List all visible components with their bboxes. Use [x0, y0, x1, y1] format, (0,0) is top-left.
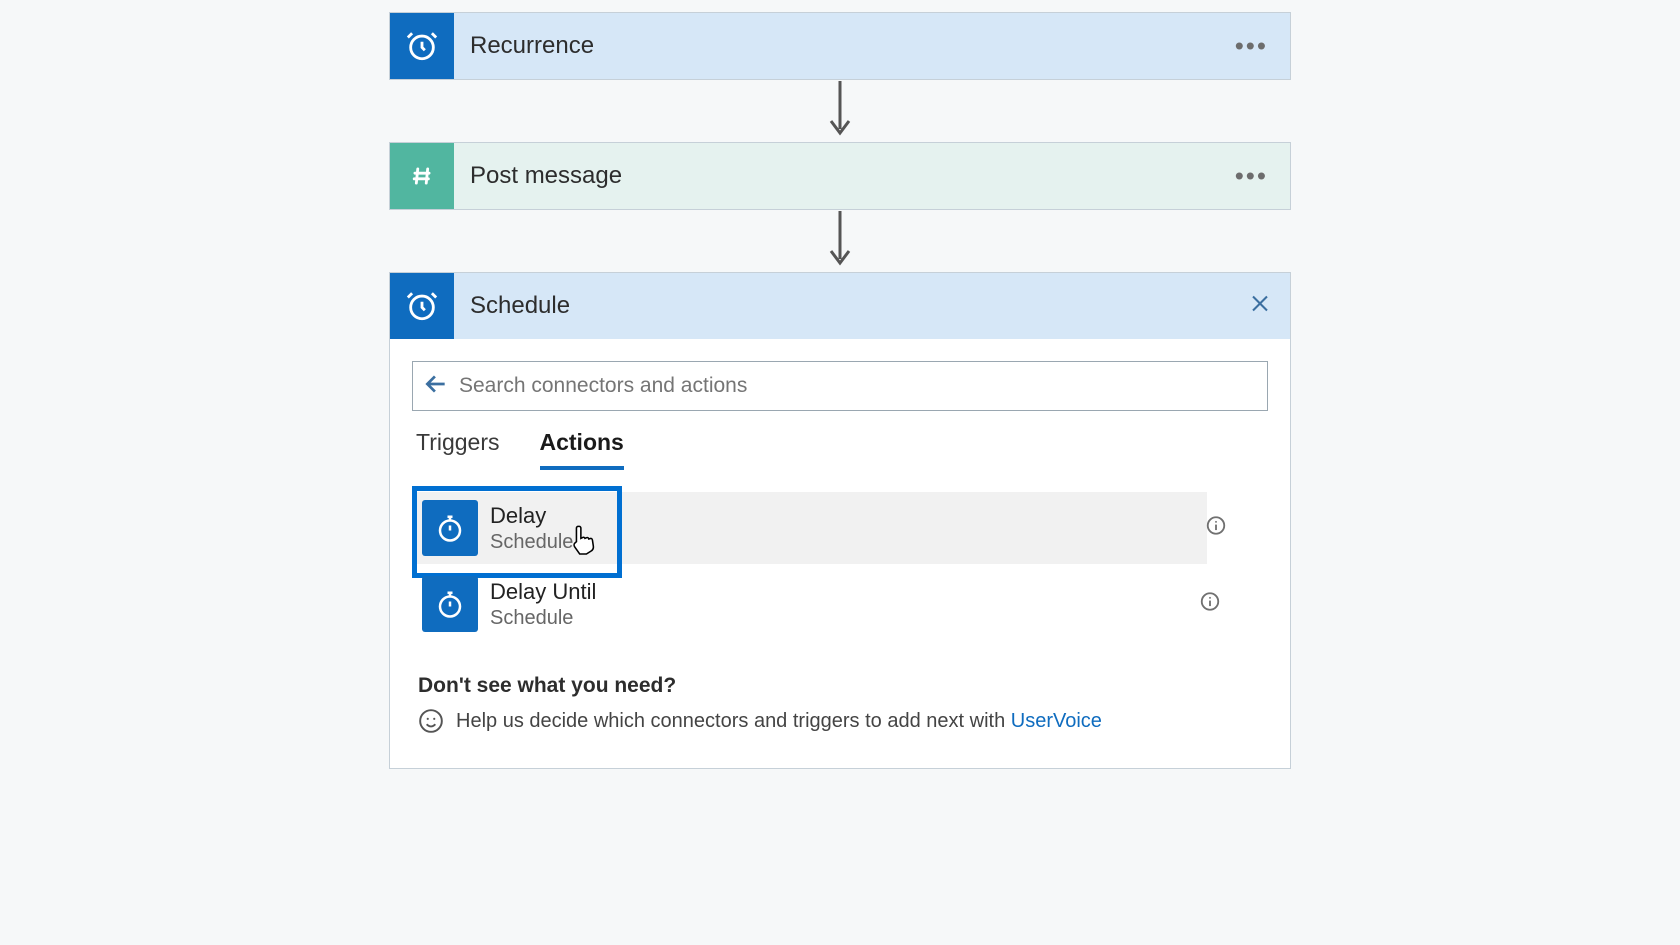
info-icon [1199, 591, 1221, 613]
flow-arrow [820, 80, 860, 142]
action-subtitle: Schedule [490, 531, 573, 554]
action-icon-tile [422, 576, 478, 632]
alarm-clock-icon [405, 289, 439, 323]
step-title: Post message [470, 162, 1290, 190]
footer-help-text: Help us decide which connectors and trig… [456, 710, 1011, 732]
tab-triggers[interactable]: Triggers [416, 429, 500, 470]
action-delay[interactable]: Delay Schedule [412, 492, 1207, 564]
action-icon-tile [422, 500, 478, 556]
info-icon [1205, 515, 1227, 537]
step-title: Recurrence [470, 32, 1290, 60]
back-button[interactable] [423, 371, 449, 402]
tab-actions[interactable]: Actions [540, 429, 624, 470]
more-menu-button[interactable]: ••• [1235, 161, 1268, 192]
more-menu-button[interactable]: ••• [1235, 31, 1268, 62]
footer-text: Help us decide which connectors and trig… [456, 710, 1102, 733]
step-schedule-header[interactable]: Schedule [389, 272, 1291, 339]
action-subtitle: Schedule [490, 607, 596, 630]
search-input[interactable] [459, 374, 1257, 398]
footer-heading: Don't see what you need? [418, 674, 1268, 698]
post-icon-tile [390, 143, 454, 209]
action-title: Delay [490, 503, 573, 529]
step-recurrence[interactable]: Recurrence ••• [389, 12, 1291, 80]
schedule-icon-tile [390, 273, 454, 339]
flow-arrow [820, 210, 860, 272]
action-picker-panel: Triggers Actions Delay Schedule [389, 339, 1291, 769]
tab-bar: Triggers Actions [416, 429, 1268, 470]
alarm-clock-icon [405, 29, 439, 63]
smile-icon [418, 708, 444, 734]
footer-row: Help us decide which connectors and trig… [418, 708, 1268, 734]
close-icon [1248, 292, 1272, 316]
recurrence-icon-tile [390, 13, 454, 79]
info-button[interactable] [1199, 591, 1221, 618]
arrow-left-icon [423, 371, 449, 397]
action-list: Delay Schedule [412, 492, 1268, 640]
stopwatch-icon [435, 589, 465, 619]
info-button[interactable] [1205, 515, 1227, 542]
stopwatch-icon [435, 513, 465, 543]
close-button[interactable] [1248, 292, 1272, 321]
step-post-message[interactable]: Post message ••• [389, 142, 1291, 210]
action-title: Delay Until [490, 579, 596, 605]
step-title: Schedule [470, 292, 1290, 320]
action-delay-until[interactable]: Delay Until Schedule [412, 568, 1227, 640]
hash-icon [405, 159, 439, 193]
search-row[interactable] [412, 361, 1268, 411]
uservoice-link[interactable]: UserVoice [1011, 710, 1102, 732]
